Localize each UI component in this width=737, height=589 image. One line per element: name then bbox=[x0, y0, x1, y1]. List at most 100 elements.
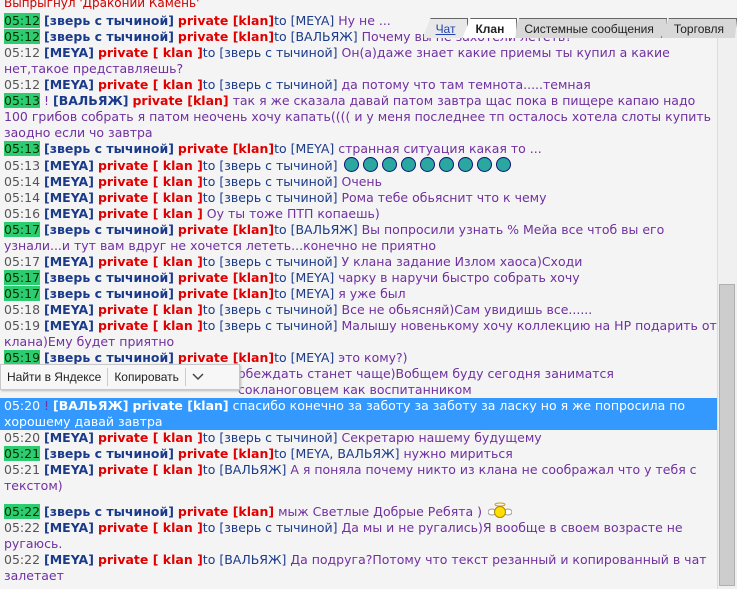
copy-button[interactable]: Копировать bbox=[108, 365, 185, 389]
sender-name[interactable]: [зверь с тычиной] bbox=[44, 29, 174, 44]
private-tag[interactable]: private [klan] bbox=[132, 93, 228, 108]
sender-name[interactable]: [зверь с тычиной] bbox=[44, 350, 174, 365]
smile-emoticon-icon bbox=[419, 157, 435, 172]
private-tag[interactable]: private [ klan ] bbox=[98, 302, 203, 317]
private-tag[interactable]: private [klan] bbox=[178, 141, 274, 156]
sender-name[interactable]: [MEYA] bbox=[44, 174, 94, 189]
sender-name[interactable]: [зверь с тычиной] bbox=[44, 13, 174, 28]
sender-name[interactable]: [зверь с тычиной] bbox=[44, 504, 174, 519]
recipient-tag[interactable]: to [MEYA] bbox=[274, 13, 334, 28]
recipient-tag[interactable]: to [ВАЛЬЯЖ] bbox=[274, 222, 358, 237]
private-tag[interactable]: private [ klan ] bbox=[98, 430, 203, 445]
recipient-tag[interactable]: to [MEYA] bbox=[274, 350, 334, 365]
private-tag[interactable]: private [ klan ] bbox=[98, 552, 203, 567]
recipient-tag[interactable]: to [зверь с тычиной] bbox=[203, 45, 338, 60]
private-tag[interactable]: private [klan] bbox=[178, 446, 274, 461]
sender-name[interactable]: [MEYA] bbox=[44, 190, 94, 205]
private-tag[interactable]: private [ klan ] bbox=[98, 190, 203, 205]
recipient-tag[interactable]: to [зверь с тычиной] bbox=[203, 174, 338, 189]
recipient-tag[interactable]: to [зверь с тычиной] bbox=[203, 318, 338, 333]
sender-name[interactable]: [зверь с тычиной] bbox=[44, 286, 174, 301]
private-tag[interactable]: private [ klan ] bbox=[98, 45, 203, 60]
private-tag[interactable]: private [klan] bbox=[178, 270, 274, 285]
recipient-tag[interactable]: to [зверь с тычиной] bbox=[203, 77, 338, 92]
sender-name[interactable]: [MEYA] bbox=[44, 462, 94, 477]
smile-emoticon-icon bbox=[495, 157, 511, 172]
message-text: Все не обьясняй)Сам увидишь все...... bbox=[341, 302, 593, 317]
message-time: 05:17 bbox=[4, 222, 41, 237]
private-tag[interactable]: private [klan] bbox=[178, 222, 274, 237]
recipient-tag[interactable]: to [зверь с тычиной] bbox=[203, 302, 338, 317]
recipient-tag[interactable]: to [зверь с тычиной] bbox=[203, 430, 338, 445]
sender-name[interactable]: [MEYA] bbox=[44, 45, 94, 60]
chat-message: 05:22 [MEYA] private [ klan ]to [зверь с… bbox=[0, 520, 718, 552]
recipient-tag[interactable]: to [MEYA] bbox=[274, 141, 334, 156]
recipient-tag[interactable]: to [MEYA] bbox=[274, 286, 334, 301]
tab-trade[interactable]: Торговля bbox=[661, 18, 737, 38]
sender-name[interactable]: [MEYA] bbox=[44, 318, 94, 333]
chat-message: 05:14 [MEYA] private [ klan ]to [зверь с… bbox=[0, 190, 718, 206]
chat-message: 05:18 [MEYA] private [ klan ]to [зверь с… bbox=[0, 302, 718, 318]
recipient-tag[interactable]: to [зверь с тычиной] bbox=[203, 520, 338, 535]
recipient-tag[interactable]: to [MEYA] bbox=[274, 270, 334, 285]
private-tag[interactable]: private [ klan ] bbox=[98, 462, 203, 477]
private-tag[interactable]: private [ klan ] bbox=[98, 206, 203, 221]
scrollbar[interactable] bbox=[717, 22, 737, 589]
sender-name[interactable]: [MEYA] bbox=[44, 552, 94, 567]
sender-name[interactable]: [зверь с тычиной] bbox=[44, 446, 174, 461]
chevron-down-icon[interactable] bbox=[186, 370, 210, 384]
chat-message: 05:12 [MEYA] private [ klan ]to [зверь с… bbox=[0, 77, 718, 93]
tab-clan[interactable]: Клан bbox=[462, 18, 517, 38]
message-time: 05:12 bbox=[4, 45, 41, 60]
private-tag[interactable]: private [klan] bbox=[178, 286, 274, 301]
sender-name[interactable]: [MEYA] bbox=[44, 206, 94, 221]
private-tag[interactable]: private [klan] bbox=[132, 398, 228, 413]
sender-name[interactable]: [ВАЛЬЯЖ] bbox=[53, 93, 128, 108]
yandex-search-button[interactable]: Найти в Яндексе bbox=[1, 365, 107, 389]
message-text: это кому?) bbox=[338, 350, 408, 365]
sender-name[interactable]: [MEYA] bbox=[44, 77, 94, 92]
message-time: 05:13 bbox=[4, 93, 41, 108]
message-text: Секретарю нашему будущему bbox=[341, 430, 542, 445]
sender-name[interactable]: [MEYA] bbox=[44, 430, 94, 445]
private-tag[interactable]: private [klan] bbox=[178, 350, 274, 365]
message-time: 05:17 bbox=[4, 254, 41, 269]
recipient-tag[interactable]: to [зверь с тычиной] bbox=[203, 254, 338, 269]
private-tag[interactable]: private [ klan ] bbox=[98, 254, 203, 269]
chat-message: 05:16 [MEYA] private [ klan ] Оу ты тоже… bbox=[0, 206, 718, 222]
sender-name[interactable]: [ВАЛЬЯЖ] bbox=[53, 398, 128, 413]
recipient-tag[interactable]: to [ВАЛЬЯЖ] bbox=[274, 29, 358, 44]
sender-name[interactable]: [зверь с тычиной] bbox=[44, 222, 174, 237]
message-time: 05:14 bbox=[4, 190, 41, 205]
sender-name[interactable]: [зверь с тычиной] bbox=[44, 270, 174, 285]
recipient-tag[interactable]: to [зверь с тычиной] bbox=[203, 190, 338, 205]
sender-name[interactable]: [MEYA] bbox=[44, 302, 94, 317]
private-tag[interactable]: private [ klan ] bbox=[98, 77, 203, 92]
recipient-tag[interactable]: to [ВАЛЬЯЖ] bbox=[203, 552, 287, 567]
smile-emoticon-icon bbox=[381, 157, 397, 172]
sender-name[interactable]: [зверь с тычиной] bbox=[44, 141, 174, 156]
private-tag[interactable]: private [klan] bbox=[178, 13, 274, 28]
chat-message: 05:13 [MEYA] private [ klan ]to [зверь с… bbox=[0, 157, 718, 174]
private-tag[interactable]: private [ klan ] bbox=[98, 520, 203, 535]
recipient-tag[interactable]: to [MEYA, ВАЛЬЯЖ] bbox=[274, 446, 399, 461]
message-time: 05:22 bbox=[4, 504, 41, 519]
message-time: 05:19 bbox=[4, 350, 41, 365]
sender-name[interactable]: [MEYA] bbox=[44, 254, 94, 269]
scrollbar-thumb[interactable] bbox=[719, 284, 735, 586]
private-tag[interactable]: private [ klan ] bbox=[98, 174, 203, 189]
channel-tabs: Чат Клан Системные сообщения Торговля bbox=[429, 18, 737, 38]
recipient-tag[interactable]: to [зверь с тычиной] bbox=[203, 158, 338, 173]
header-line: Выпрыгнул 'Драконий Камень' bbox=[4, 0, 200, 10]
private-tag[interactable]: private [ klan ] bbox=[98, 318, 203, 333]
tab-system-messages[interactable]: Системные сообщения bbox=[511, 18, 667, 38]
chat-message: 05:22 [MEYA] private [ klan ]to [ВАЛЬЯЖ]… bbox=[0, 552, 718, 584]
recipient-tag[interactable]: to [ВАЛЬЯЖ] bbox=[203, 462, 287, 477]
private-tag[interactable]: private [klan] bbox=[178, 504, 274, 519]
private-tag[interactable]: private [ klan ] bbox=[98, 158, 203, 173]
tab-chat[interactable]: Чат bbox=[423, 18, 469, 38]
message-time: 05:17 bbox=[4, 270, 41, 285]
private-tag[interactable]: private [klan] bbox=[178, 29, 274, 44]
sender-name[interactable]: [MEYA] bbox=[44, 520, 94, 535]
sender-name[interactable]: [MEYA] bbox=[44, 158, 94, 173]
